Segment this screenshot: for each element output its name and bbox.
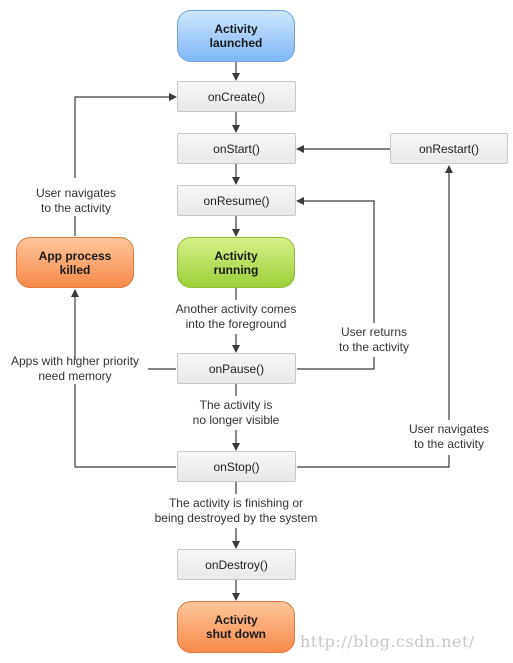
arrow-killed-to-oncreate	[74, 93, 177, 178]
node-activity-launched: Activity launched	[177, 10, 295, 62]
label-higher-priority: Apps with higher priority need memory	[10, 354, 140, 383]
label-user-returns: User returns to the activity	[338, 325, 410, 354]
node-onpause: onPause()	[177, 353, 296, 384]
watermark: http://blog.csdn.net/	[300, 632, 475, 651]
node-onresume: onResume()	[177, 185, 296, 216]
label-no-longer-visible: The activity is no longer visible	[192, 398, 280, 427]
label-user-navigates-right: User navigates to the activity	[408, 422, 490, 451]
label-another-activity: Another activity comes into the foregrou…	[175, 302, 297, 331]
node-ondestroy: onDestroy()	[177, 549, 296, 580]
node-onstart: onStart()	[177, 133, 296, 164]
node-onrestart: onRestart()	[390, 133, 508, 164]
label-finishing: The activity is finishing or being destr…	[154, 496, 318, 525]
node-app-process-killed: App process killed	[16, 237, 134, 288]
arrow-onstop-to-killed	[74, 384, 176, 468]
node-onstop: onStop()	[177, 451, 296, 482]
arrow-onstop-to-onrestart	[297, 455, 450, 468]
node-activity-running: Activity running	[177, 237, 295, 288]
arrow-onpause-to-onresume-2	[296, 197, 375, 323]
label-user-navigates-left: User navigates to the activity	[35, 186, 117, 215]
node-activity-shut-down: Activity shut down	[177, 601, 295, 653]
node-oncreate: onCreate()	[177, 81, 296, 112]
arrow-onpause-to-onresume	[297, 357, 375, 370]
